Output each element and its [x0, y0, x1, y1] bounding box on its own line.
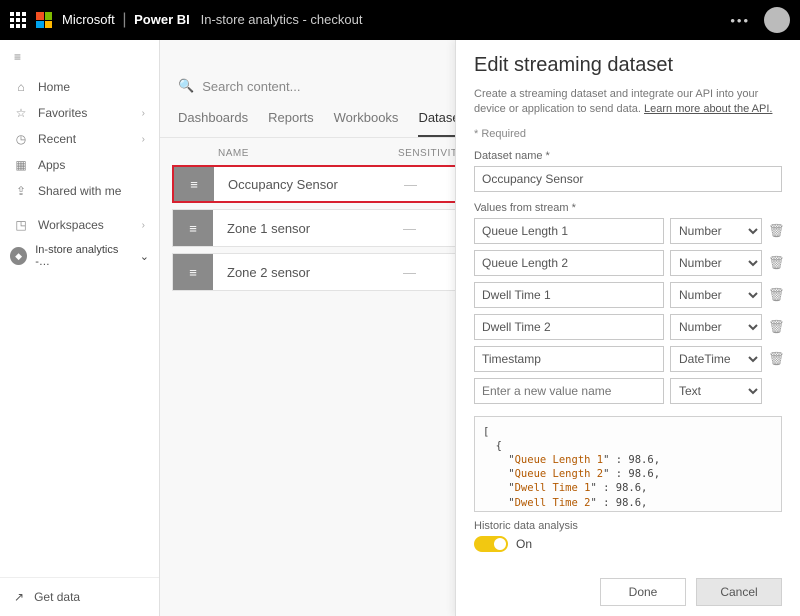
- toggle-switch-icon: [474, 536, 508, 552]
- nav-get-data-label: Get data: [34, 590, 80, 604]
- delete-icon[interactable]: 🗑: [768, 255, 782, 271]
- nav-current-workspace[interactable]: ◆ In-store analytics -… ⌄: [0, 238, 159, 274]
- nav-apps[interactable]: ▦ Apps: [0, 152, 159, 178]
- delete-icon[interactable]: 🗑: [768, 223, 782, 239]
- getdata-icon: ↗: [14, 590, 24, 604]
- dataset-icon: ≡: [173, 254, 213, 290]
- dataset-sensitivity: —: [404, 177, 417, 192]
- done-button[interactable]: Done: [600, 578, 686, 606]
- chevron-down-icon: ⌄: [140, 250, 149, 263]
- home-icon: ⌂: [14, 80, 28, 94]
- hamburger-icon[interactable]: ≡: [0, 40, 159, 74]
- dataset-icon: ≡: [174, 167, 214, 201]
- chevron-right-icon: ›: [142, 220, 145, 231]
- panel-title: Edit streaming dataset: [474, 54, 782, 77]
- microsoft-logo-icon: [36, 12, 52, 28]
- value-type-select[interactable]: NumberDateTimeText: [670, 314, 762, 340]
- delete-icon[interactable]: 🗑: [768, 287, 782, 303]
- stream-value-row: NumberDateTimeText 🗑: [474, 250, 782, 276]
- dataset-name: Occupancy Sensor: [214, 177, 404, 192]
- more-icon[interactable]: •••: [730, 13, 750, 28]
- share-icon: ⇪: [14, 184, 28, 198]
- search-icon: 🔍: [178, 78, 194, 94]
- delete-icon[interactable]: 🗑: [768, 351, 782, 367]
- new-value-input[interactable]: [474, 378, 664, 404]
- user-avatar[interactable]: [764, 7, 790, 33]
- delete-icon[interactable]: 🗑: [768, 319, 782, 335]
- nav-current-workspace-label: In-store analytics -…: [35, 244, 132, 268]
- new-value-type-select[interactable]: Text: [670, 378, 762, 404]
- values-from-stream-label: Values from stream *: [474, 202, 782, 214]
- value-name-input[interactable]: [474, 250, 664, 276]
- nav-home-label: Home: [38, 80, 70, 94]
- value-name-input[interactable]: [474, 218, 664, 244]
- edit-streaming-dataset-panel: Edit streaming dataset Create a streamin…: [455, 40, 800, 616]
- tab-workbooks[interactable]: Workbooks: [334, 110, 399, 137]
- tab-reports[interactable]: Reports: [268, 110, 314, 137]
- clock-icon: ◷: [14, 132, 28, 146]
- nav-favorites[interactable]: ☆ Favorites ›: [0, 100, 159, 126]
- value-name-input[interactable]: [474, 282, 664, 308]
- dataset-name-input[interactable]: [474, 166, 782, 192]
- star-icon: ☆: [14, 106, 28, 120]
- cancel-button[interactable]: Cancel: [696, 578, 782, 606]
- brand-powerbi: Power BI: [134, 12, 190, 27]
- nav-home[interactable]: ⌂ Home: [0, 74, 159, 100]
- required-note: * Required: [474, 128, 782, 140]
- left-nav: ≡ ⌂ Home ☆ Favorites › ◷ Recent › ▦ Apps…: [0, 40, 160, 616]
- nav-workspaces[interactable]: ◳ Workspaces ›: [0, 212, 159, 238]
- dataset-name: Zone 1 sensor: [213, 221, 403, 236]
- nav-shared-label: Shared with me: [38, 184, 121, 198]
- workspace-badge-icon: ◆: [10, 247, 27, 265]
- apps-icon: ▦: [14, 158, 28, 172]
- stream-value-row: NumberDateTimeText 🗑: [474, 218, 782, 244]
- value-type-select[interactable]: NumberDateTimeText: [670, 346, 762, 372]
- search-placeholder: Search content...: [202, 79, 300, 94]
- brand-microsoft: Microsoft: [62, 12, 115, 27]
- chevron-right-icon: ›: [142, 134, 145, 145]
- dataset-icon: ≡: [173, 210, 213, 246]
- historic-analysis-label: Historic data analysis: [474, 520, 782, 532]
- nav-recent-label: Recent: [38, 132, 76, 146]
- value-type-select[interactable]: NumberDateTimeText: [670, 218, 762, 244]
- dataset-sensitivity: —: [403, 221, 416, 236]
- dataset-name: Zone 2 sensor: [213, 265, 403, 280]
- dataset-sensitivity: —: [403, 265, 416, 280]
- nav-shared[interactable]: ⇪ Shared with me: [0, 178, 159, 204]
- learn-more-link[interactable]: Learn more about the API.: [644, 103, 772, 115]
- panel-description: Create a streaming dataset and integrate…: [474, 87, 782, 118]
- dataset-name-label: Dataset name *: [474, 150, 782, 162]
- toggle-state: On: [516, 537, 532, 551]
- breadcrumb: Microsoft | Power BI In-store analytics …: [62, 11, 362, 29]
- json-sample: [ { "Queue Length 1" : 98.6, "Queue Leng…: [474, 416, 782, 512]
- value-type-select[interactable]: NumberDateTimeText: [670, 250, 762, 276]
- stream-value-row: NumberDateTimeText 🗑: [474, 282, 782, 308]
- nav-workspaces-label: Workspaces: [38, 218, 104, 232]
- col-name: NAME: [218, 148, 398, 159]
- nav-get-data[interactable]: ↗ Get data: [0, 577, 159, 616]
- app-launcher-icon[interactable]: [10, 12, 26, 28]
- historic-analysis-toggle[interactable]: On: [474, 536, 782, 552]
- nav-recent[interactable]: ◷ Recent ›: [0, 126, 159, 152]
- nav-favorites-label: Favorites: [38, 106, 87, 120]
- tab-dashboards[interactable]: Dashboards: [178, 110, 248, 137]
- brand-page: In-store analytics - checkout: [201, 12, 363, 27]
- value-name-input[interactable]: [474, 314, 664, 340]
- stream-value-row: NumberDateTimeText 🗑: [474, 346, 782, 372]
- value-name-input[interactable]: [474, 346, 664, 372]
- top-bar: Microsoft | Power BI In-store analytics …: [0, 0, 800, 40]
- value-type-select[interactable]: NumberDateTimeText: [670, 282, 762, 308]
- nav-apps-label: Apps: [38, 158, 65, 172]
- stream-value-row: NumberDateTimeText 🗑: [474, 314, 782, 340]
- chevron-right-icon: ›: [142, 108, 145, 119]
- workspace-icon: ◳: [14, 218, 28, 232]
